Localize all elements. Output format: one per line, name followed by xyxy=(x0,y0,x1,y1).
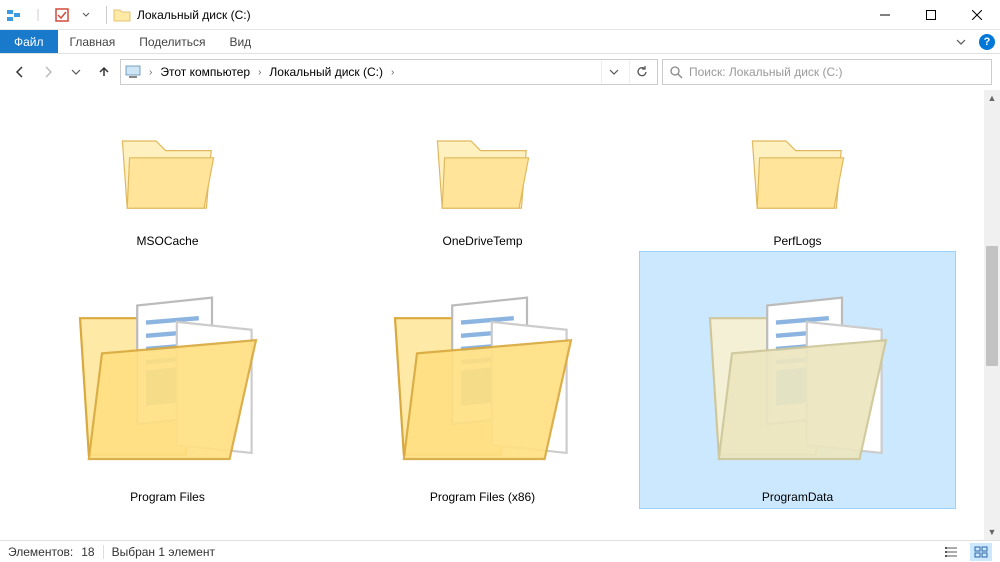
close-button[interactable] xyxy=(954,0,1000,30)
folder-documents-icon xyxy=(48,256,288,486)
help-icon: ? xyxy=(979,34,995,50)
status-bar: Элементов: 18 Выбран 1 элемент xyxy=(0,540,1000,562)
ribbon-tabs: Файл Главная Поделиться Вид ? xyxy=(0,30,1000,54)
ribbon-expand-button[interactable] xyxy=(948,30,974,53)
drive-icon xyxy=(113,6,131,24)
folder-documents-icon xyxy=(363,256,603,486)
properties-icon[interactable] xyxy=(52,5,72,25)
content-area: MSOCache OneDriveTemp PerfLogs Program F… xyxy=(0,90,984,540)
folder-icon xyxy=(733,100,863,230)
address-bar[interactable]: › Этот компьютер › Локальный диск (C:) › xyxy=(120,59,658,85)
folder-item[interactable]: OneDriveTemp xyxy=(325,96,640,252)
pc-icon xyxy=(125,65,143,79)
scroll-track[interactable] xyxy=(984,106,1000,524)
scroll-up-arrow[interactable]: ▲ xyxy=(984,90,1000,106)
details-view-button[interactable] xyxy=(940,543,962,561)
folder-item[interactable]: Program Files xyxy=(10,252,325,508)
folder-item[interactable]: PerfLogs xyxy=(640,96,955,252)
folder-documents-icon xyxy=(678,256,918,486)
search-icon xyxy=(669,65,683,79)
items-grid: MSOCache OneDriveTemp PerfLogs Program F… xyxy=(0,90,984,514)
scroll-down-arrow[interactable]: ▼ xyxy=(984,524,1000,540)
status-separator xyxy=(103,545,104,559)
titlebar: Локальный диск (C:) xyxy=(0,0,1000,30)
icons-view-button[interactable] xyxy=(970,543,992,561)
status-selection: Выбран 1 элемент xyxy=(112,545,215,559)
refresh-button[interactable] xyxy=(629,60,653,84)
vertical-scrollbar[interactable]: ▲ ▼ xyxy=(984,90,1000,540)
breadcrumb[interactable]: Локальный диск (C:) xyxy=(267,65,385,79)
file-tab[interactable]: Файл xyxy=(0,30,58,53)
qat-dropdown-icon[interactable] xyxy=(76,5,96,25)
pin-icon[interactable] xyxy=(4,5,24,25)
folder-label: Program Files xyxy=(130,490,205,504)
titlebar-separator xyxy=(106,6,107,24)
help-button[interactable]: ? xyxy=(974,30,1000,53)
folder-label: PerfLogs xyxy=(773,234,821,248)
quick-access-toolbar xyxy=(0,5,100,25)
window-title: Локальный диск (C:) xyxy=(137,8,251,22)
chevron-right-icon[interactable]: › xyxy=(389,67,396,78)
folder-label: ProgramData xyxy=(762,490,833,504)
search-input[interactable] xyxy=(689,65,985,79)
chevron-right-icon[interactable]: › xyxy=(147,67,154,78)
folder-item[interactable]: ProgramData xyxy=(640,252,955,508)
navigation-bar: › Этот компьютер › Локальный диск (C:) › xyxy=(0,54,1000,90)
scroll-thumb[interactable] xyxy=(986,246,998,366)
chevron-right-icon[interactable]: › xyxy=(256,67,263,78)
minimize-button[interactable] xyxy=(862,0,908,30)
tab-share[interactable]: Поделиться xyxy=(127,30,217,53)
breadcrumb[interactable]: Этот компьютер xyxy=(158,65,252,79)
maximize-button[interactable] xyxy=(908,0,954,30)
folder-label: OneDriveTemp xyxy=(442,234,522,248)
address-dropdown[interactable] xyxy=(601,60,625,84)
folder-item[interactable]: Program Files (x86) xyxy=(325,252,640,508)
search-box[interactable] xyxy=(662,59,992,85)
qat-separator xyxy=(28,5,48,25)
back-button[interactable] xyxy=(8,60,32,84)
tab-view[interactable]: Вид xyxy=(217,30,263,53)
status-count-value: 18 xyxy=(81,545,94,559)
up-button[interactable] xyxy=(92,60,116,84)
tab-home[interactable]: Главная xyxy=(58,30,128,53)
folder-label: MSOCache xyxy=(136,234,198,248)
recent-dropdown[interactable] xyxy=(64,60,88,84)
status-count-label: Элементов: xyxy=(8,545,73,559)
folder-label: Program Files (x86) xyxy=(430,490,535,504)
folder-icon xyxy=(103,100,233,230)
folder-icon xyxy=(418,100,548,230)
folder-item[interactable]: MSOCache xyxy=(10,96,325,252)
forward-button[interactable] xyxy=(36,60,60,84)
